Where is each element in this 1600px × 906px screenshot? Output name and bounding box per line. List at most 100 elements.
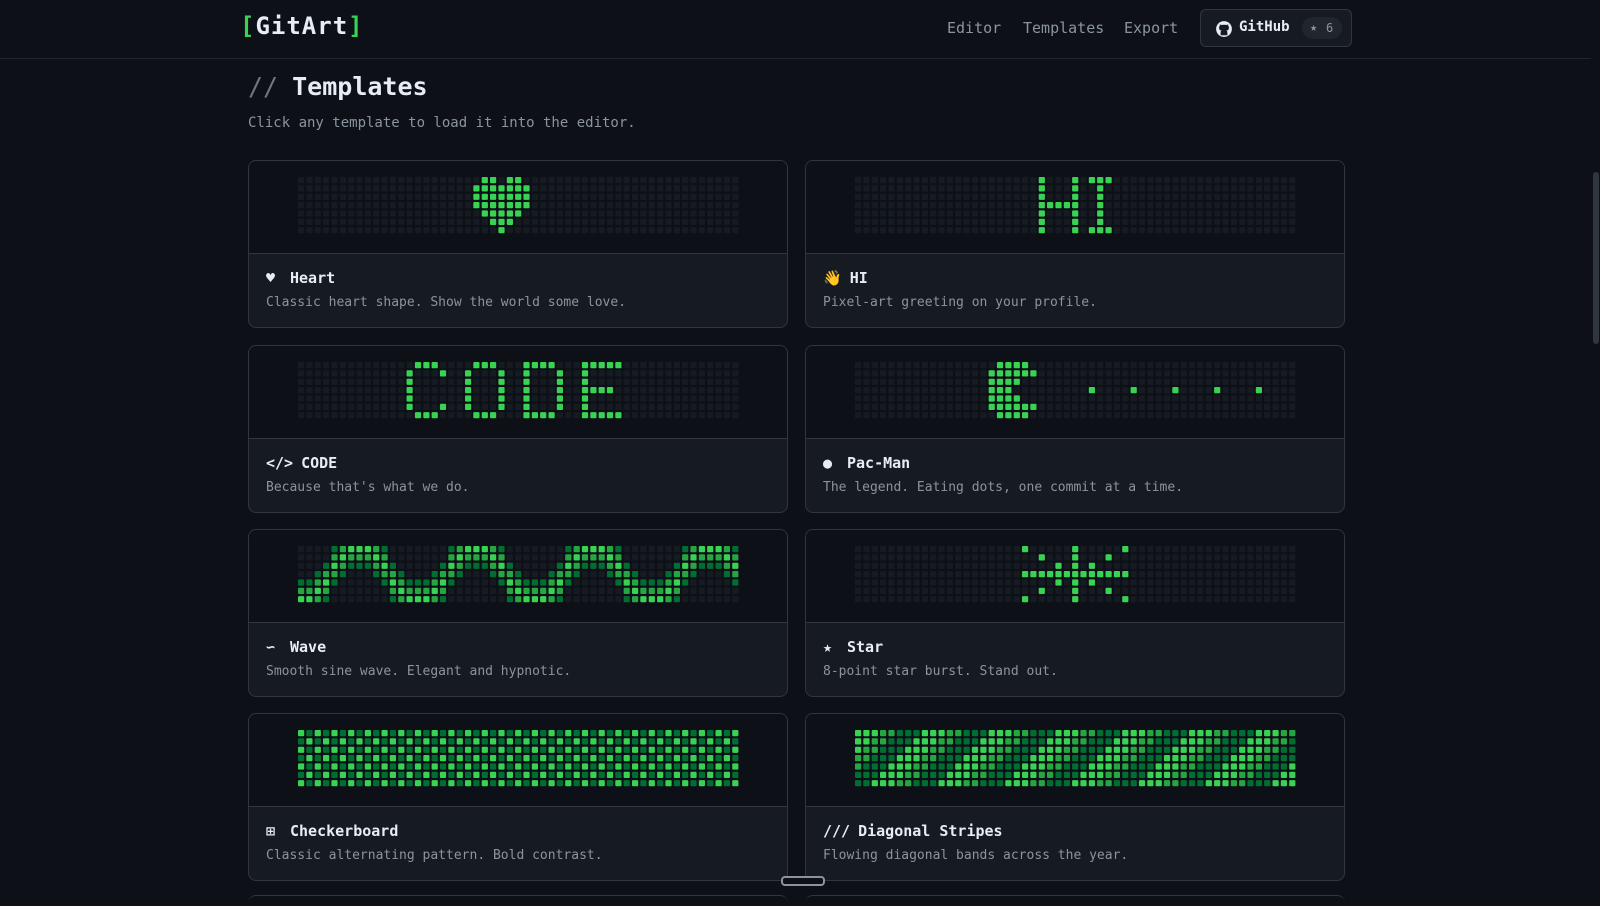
pixel-cell [398, 177, 405, 184]
template-card-hi[interactable]: 👋 HI Pixel-art greeting on your profile. [805, 160, 1345, 328]
pixel-cell [1122, 227, 1129, 234]
pixel-cell [373, 218, 380, 225]
pixel-cell [955, 387, 962, 394]
pixel-cell [1038, 763, 1045, 770]
pixel-cell [946, 730, 953, 737]
pixel-cell [1255, 763, 1262, 770]
pixel-cell [1230, 571, 1237, 578]
pixel-cell [1247, 227, 1254, 234]
pixel-cell [1105, 579, 1112, 586]
template-card-diagonal-stripes[interactable]: ///Diagonal Stripes Flowing diagonal ban… [805, 713, 1345, 881]
pixel-cell [414, 562, 422, 569]
pixel-cell [531, 562, 538, 569]
pixel-cell [921, 579, 928, 586]
pixel-cell [556, 370, 563, 377]
pixel-cell [1155, 193, 1162, 200]
pixel-cell [1272, 738, 1279, 745]
pixel-cell [398, 554, 405, 561]
pixel-cell [481, 218, 488, 225]
pixel-cell [606, 387, 614, 394]
template-card-pacman[interactable]: ● Pac-Man The legend. Eating dots, one co… [805, 345, 1345, 513]
pixel-cell [715, 780, 722, 787]
pixel-cell [356, 587, 363, 594]
pixel-cell [339, 412, 346, 419]
template-card-heart[interactable]: ♥ Heart Classic heart shape. Show the wor… [248, 160, 788, 328]
pixel-cell [988, 730, 995, 737]
pixel-cell [1097, 730, 1104, 737]
pixel-cell [473, 546, 480, 553]
pixel-cell [623, 395, 630, 402]
template-card-wave[interactable]: ∽ Wave Smooth sine wave. Elegant and hypn… [248, 529, 788, 697]
pixel-cell [1205, 370, 1212, 377]
pixel-cell [1189, 362, 1196, 369]
pixel-cell [531, 370, 538, 377]
template-card-star[interactable]: ★ Star 8-point star burst. Stand out. [805, 529, 1345, 697]
template-card-next-row[interactable] [805, 895, 1345, 906]
pixel-cell [373, 378, 380, 385]
pixel-cell [540, 554, 547, 561]
pixel-cell [1097, 755, 1104, 762]
pixel-cell [323, 227, 330, 234]
pixel-cell [863, 746, 870, 753]
pixel-cell [673, 771, 680, 778]
nav-export-link[interactable]: Export [1124, 19, 1178, 37]
nav-templates-link[interactable]: Templates [1023, 19, 1104, 37]
pixel-cell [1197, 554, 1204, 561]
pixel-cell [1122, 579, 1129, 586]
pixel-cell [389, 378, 396, 385]
pixel-cell [473, 780, 480, 787]
pixel-cell [698, 395, 705, 402]
pixel-cell [590, 227, 597, 234]
pixel-cell [855, 202, 862, 209]
pixel-cell [456, 755, 463, 762]
pixel-cell [871, 562, 878, 569]
pixel-cell [1055, 738, 1062, 745]
pixel-cell [1047, 755, 1054, 762]
pixel-cell [456, 193, 463, 200]
pixel-cell [1080, 546, 1087, 553]
pixel-cell [1289, 185, 1296, 192]
pixel-cell [548, 403, 555, 410]
template-card-next-row[interactable] [248, 895, 788, 906]
pixel-cell [1113, 596, 1120, 603]
page-scrollbar-thumb[interactable] [1593, 172, 1599, 344]
pixel-cell [690, 780, 697, 787]
pixel-cell [682, 780, 689, 787]
github-button[interactable]: GitHub ★ 6 [1200, 9, 1352, 47]
nav-editor-link[interactable]: Editor [947, 19, 1001, 37]
pixel-cell [690, 210, 697, 217]
pixel-cell [1030, 571, 1037, 578]
pixel-cell [398, 210, 405, 217]
scroll-indicator-handle[interactable] [781, 876, 825, 886]
pixel-cell [880, 378, 887, 385]
pixel-cell [1022, 571, 1029, 578]
pixel-cell [456, 218, 463, 225]
pixel-cell [331, 370, 338, 377]
pixel-cell [506, 771, 513, 778]
pixel-cell [988, 395, 995, 402]
wave-icon: ∽ [266, 638, 276, 656]
pixel-cell [1197, 587, 1204, 594]
pixel-cell [298, 780, 305, 787]
pixel-cell [682, 771, 689, 778]
pixel-cell [913, 763, 920, 770]
pixel-cell [406, 746, 413, 753]
pixel-cell [665, 579, 672, 586]
template-card-checkerboard[interactable]: ⊞ Checkerboard Classic alternating patter… [248, 713, 788, 881]
pixel-cell [971, 780, 979, 787]
pixel-cell [1205, 579, 1212, 586]
pixel-cell [723, 177, 730, 184]
pixel-cell [996, 763, 1004, 770]
pixel-cell [1022, 738, 1029, 745]
pixel-cell [465, 571, 472, 578]
pixel-cell [465, 227, 472, 234]
pixel-cell [1038, 387, 1045, 394]
pixel-cell [1264, 395, 1271, 402]
pixel-cell [963, 730, 970, 737]
gitart-logo[interactable]: [GitArt] [240, 12, 364, 40]
template-card-code[interactable]: </> CODE Because that's what we do. [248, 345, 788, 513]
pixel-cell [707, 403, 714, 410]
pixel-cell [389, 395, 396, 402]
pixel-cell [723, 738, 730, 745]
pixel-cell [1239, 378, 1246, 385]
